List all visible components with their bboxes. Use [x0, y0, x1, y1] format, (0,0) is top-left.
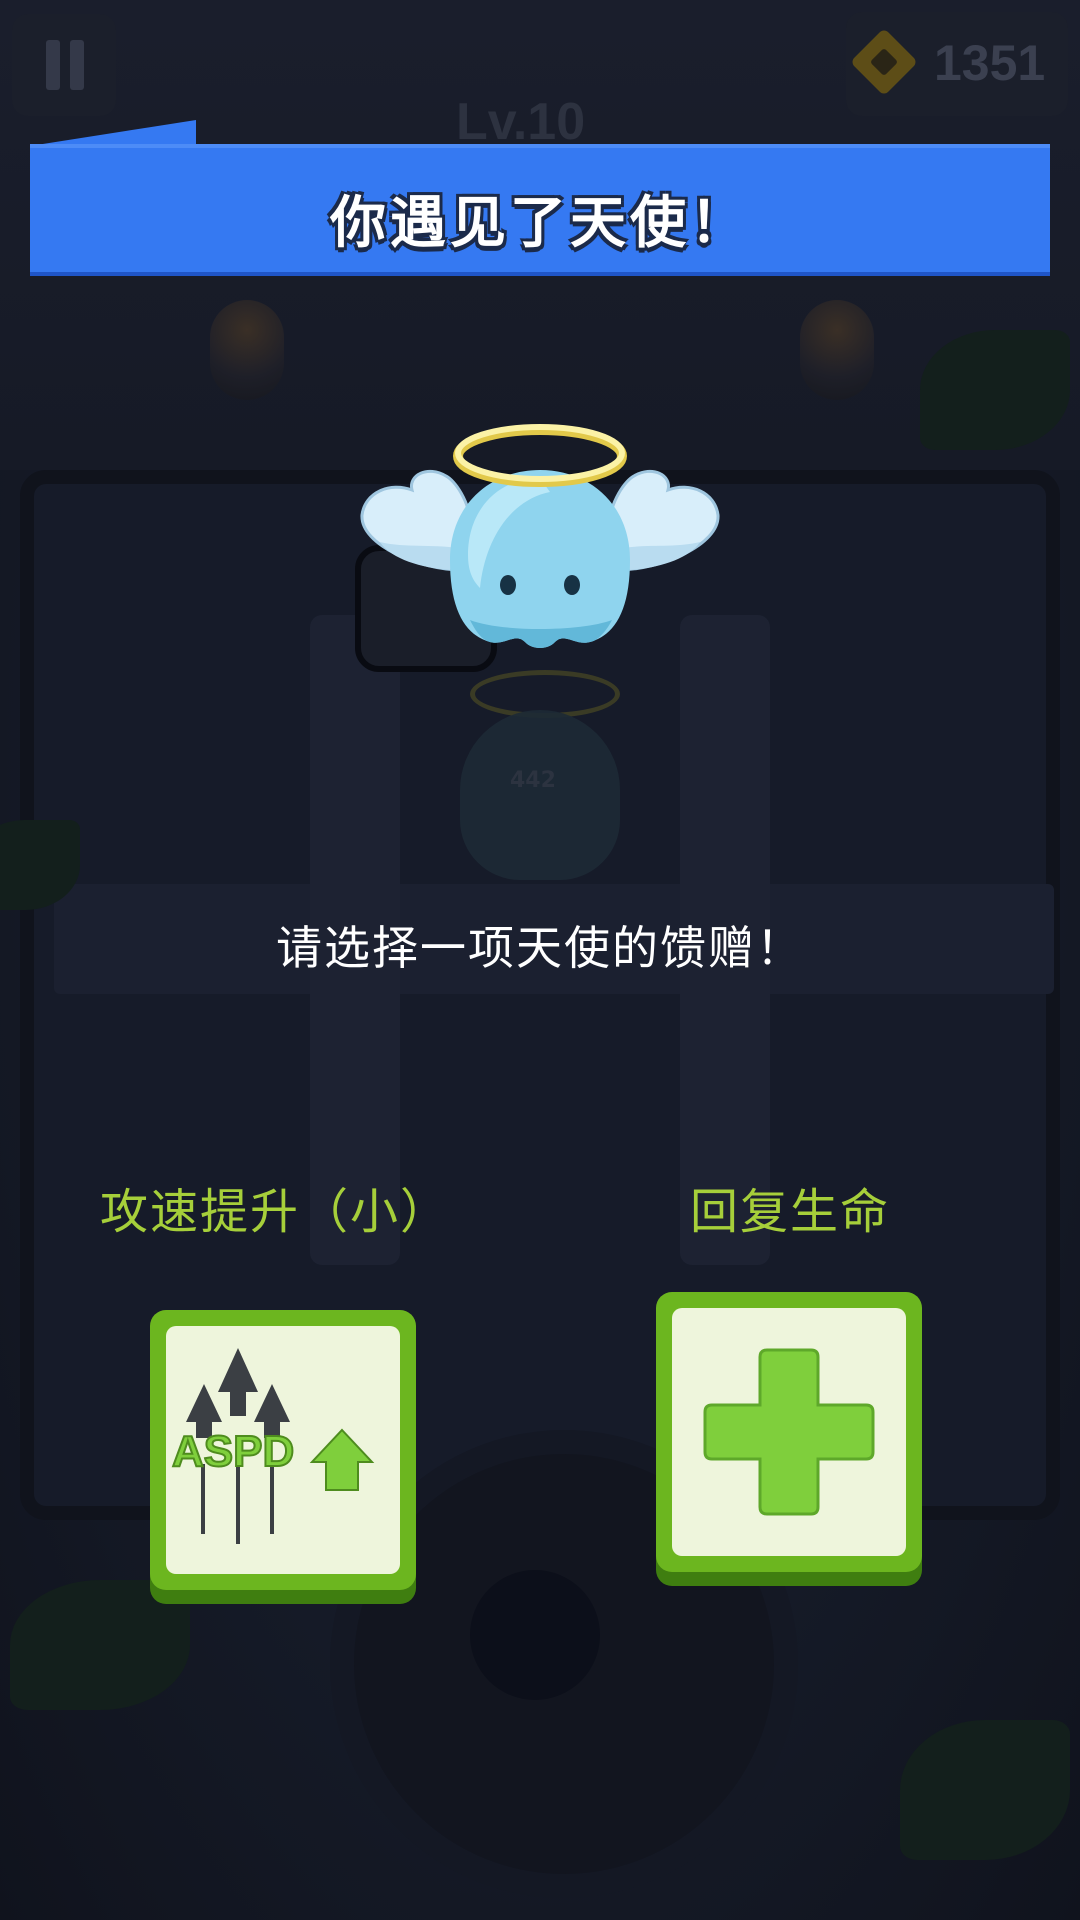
up-arrow-icon [309, 1428, 375, 1491]
plant-leaf [10, 1580, 190, 1710]
event-title: 你遇见了天使！ [330, 191, 750, 256]
plant-leaf [920, 330, 1070, 450]
pause-button[interactable] [12, 14, 116, 116]
aspd-text: ASPD [172, 1427, 294, 1476]
choice-card-heal[interactable] [656, 1292, 922, 1572]
event-banner: 你遇见了天使！ [30, 144, 1050, 276]
torch-left [210, 300, 284, 400]
damage-number: 442 [510, 768, 556, 793]
plant-leaf [900, 1720, 1070, 1860]
torch-right [800, 300, 874, 400]
aspd-up-icon: ASPD [171, 1348, 375, 1544]
choice-label-attack-speed: 攻速提升（小） [100, 1184, 451, 1240]
choice-card-attack-speed[interactable]: ASPD [150, 1310, 416, 1590]
pause-icon [46, 40, 60, 90]
gem-icon [850, 28, 918, 96]
gift-prompt: 请选择一项天使的馈赠！ [276, 921, 804, 975]
choice-label-heal: 回复生命 [690, 1184, 891, 1240]
portal-core [470, 1570, 600, 1700]
level-indicator: Lv.10 [456, 93, 586, 151]
heal-plus-icon [703, 1348, 875, 1516]
gem-counter: 1351 [846, 12, 1068, 116]
gem-count: 1351 [934, 35, 1046, 91]
banner-notch [30, 120, 196, 146]
pause-icon-bar [70, 40, 84, 90]
angel-icon [360, 424, 720, 648]
angel-npc-dim [460, 710, 620, 880]
